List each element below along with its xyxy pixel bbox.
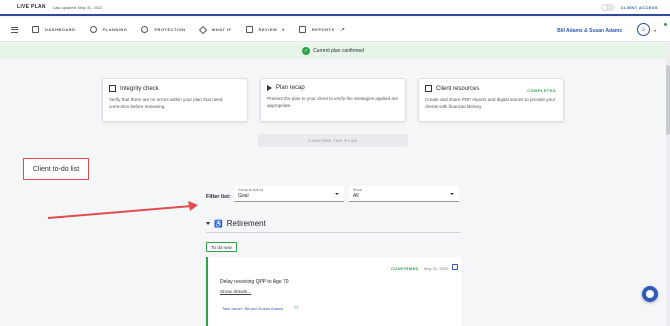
group-by-caption: Group to-dos by — [238, 188, 264, 192]
scrollbar[interactable] — [666, 43, 670, 326]
review-icon — [245, 26, 253, 33]
group-by-value: Goal — [238, 193, 249, 199]
section-divider — [206, 232, 461, 233]
group-by-select[interactable]: Group to-dos by Goal — [234, 186, 344, 202]
live-plan-label: LIVE PLAN — [17, 4, 46, 10]
main-nav: DASHBOARD PLANNING PROTECTION WHAT IF RE… — [0, 18, 670, 42]
collapse-caret-icon[interactable] — [206, 222, 210, 225]
card-plan-recap[interactable]: Plan recap Present the plan to your clie… — [260, 78, 406, 122]
completed-badge: COMPLETED — [527, 88, 556, 93]
reports-icon — [298, 26, 306, 33]
card-title: Client resources — [436, 85, 480, 92]
plan-confirmed-banner: ✓ Current plan confirmed — [0, 43, 666, 59]
nav-reports-label: REPORTS — [311, 27, 335, 32]
show-details-link[interactable]: Show details... — [220, 290, 251, 295]
nav-dashboard[interactable]: DASHBOARD — [32, 26, 76, 33]
annotation-arrow-icon — [47, 201, 198, 219]
user-name[interactable]: Bill Adams & Susan Adams — [557, 28, 622, 34]
avatar[interactable]: ☺ — [637, 23, 650, 36]
task-status: CONFIRMED — [391, 266, 419, 271]
card-title: Integrity check — [120, 85, 159, 92]
play-icon — [267, 85, 272, 91]
status-dot-icon — [664, 23, 667, 26]
nav-reports[interactable]: REPORTS ↗ — [298, 26, 346, 33]
check-circle-icon: ✓ — [302, 47, 311, 55]
chevron-down-icon — [335, 193, 339, 195]
filter-label: Filter list: — [206, 194, 231, 200]
nav-protection[interactable]: PROTECTION — [141, 26, 185, 33]
section-retirement[interactable]: ♿ Retirement — [206, 219, 266, 228]
task-title: Delay receiving QPP to Age 70 — [220, 279, 289, 285]
calendar-icon[interactable] — [452, 264, 458, 270]
task-owner: Task owner: Bill and Susan Adams — [222, 306, 284, 311]
card-description: Present the plan to your client to verif… — [267, 96, 398, 108]
chevron-down-icon[interactable]: ▾ — [654, 28, 656, 33]
card-integrity-check[interactable]: Integrity check Verify that there are no… — [102, 78, 248, 122]
card-description: Create and share PDF reports and digital… — [425, 97, 556, 109]
task-date: May 31, 2022 — [424, 266, 449, 271]
external-link-icon: ↗ — [340, 26, 346, 33]
nav-planning-label: PLANNING — [102, 27, 128, 32]
nav-whatif-label: WHAT IF — [211, 27, 232, 32]
nav-dashboard-label: DASHBOARD — [45, 27, 76, 32]
menu-icon[interactable] — [11, 26, 18, 33]
nav-protection-label: PROTECTION — [154, 27, 186, 32]
card-description: Verify that there are no errors within y… — [109, 97, 223, 109]
client-todo-annotation: Client to-do list — [23, 158, 89, 180]
card-title: Plan recap — [276, 85, 305, 91]
show-value: All — [353, 193, 359, 199]
whatif-icon — [198, 25, 207, 34]
client-access-toggle[interactable]: CLIENT ACCESS — [600, 4, 658, 11]
show-select[interactable]: Show All — [349, 186, 459, 202]
nav-review-label: REVIEW — [258, 27, 278, 32]
people-icon[interactable]: ⚇ — [294, 305, 298, 311]
shield-icon — [141, 26, 149, 33]
person-cane-icon: ♿ — [214, 220, 223, 228]
scrollbar-thumb[interactable] — [666, 65, 670, 135]
planning-icon — [89, 26, 97, 33]
chevron-down-icon: ▾ — [282, 27, 285, 32]
toggle-switch[interactable] — [600, 4, 615, 11]
task-card[interactable]: CONFIRMED May 31, 2022 Delay receiving Q… — [206, 257, 462, 326]
last-updated-text: Last updated: May 31, 2022 — [52, 4, 103, 10]
card-title-row: Integrity check — [109, 85, 241, 92]
nav-review[interactable]: REVIEW ▾ — [245, 26, 285, 33]
checklist-icon — [109, 85, 116, 92]
nav-planning[interactable]: PLANNING — [89, 26, 128, 33]
document-icon — [425, 85, 432, 92]
help-chat-button[interactable] — [642, 286, 658, 302]
dashboard-icon — [32, 26, 39, 33]
chevron-down-icon — [450, 193, 454, 195]
show-caption: Show — [353, 188, 362, 192]
nav-whatif[interactable]: WHAT IF — [198, 25, 232, 34]
banner-text: Current plan confirmed — [313, 48, 364, 54]
top-bar: LIVE PLAN Last updated: May 31, 2022 CLI… — [0, 0, 670, 16]
todo-now-chip[interactable]: To do now — [206, 242, 237, 252]
client-access-label: CLIENT ACCESS — [620, 5, 658, 10]
section-title: Retirement — [226, 219, 266, 228]
confirm-plan-button[interactable]: CONFIRM THE PLAN — [258, 134, 408, 147]
card-title-row: Plan recap — [267, 85, 399, 91]
card-client-resources[interactable]: Client resources COMPLETED Create and sh… — [418, 78, 564, 122]
